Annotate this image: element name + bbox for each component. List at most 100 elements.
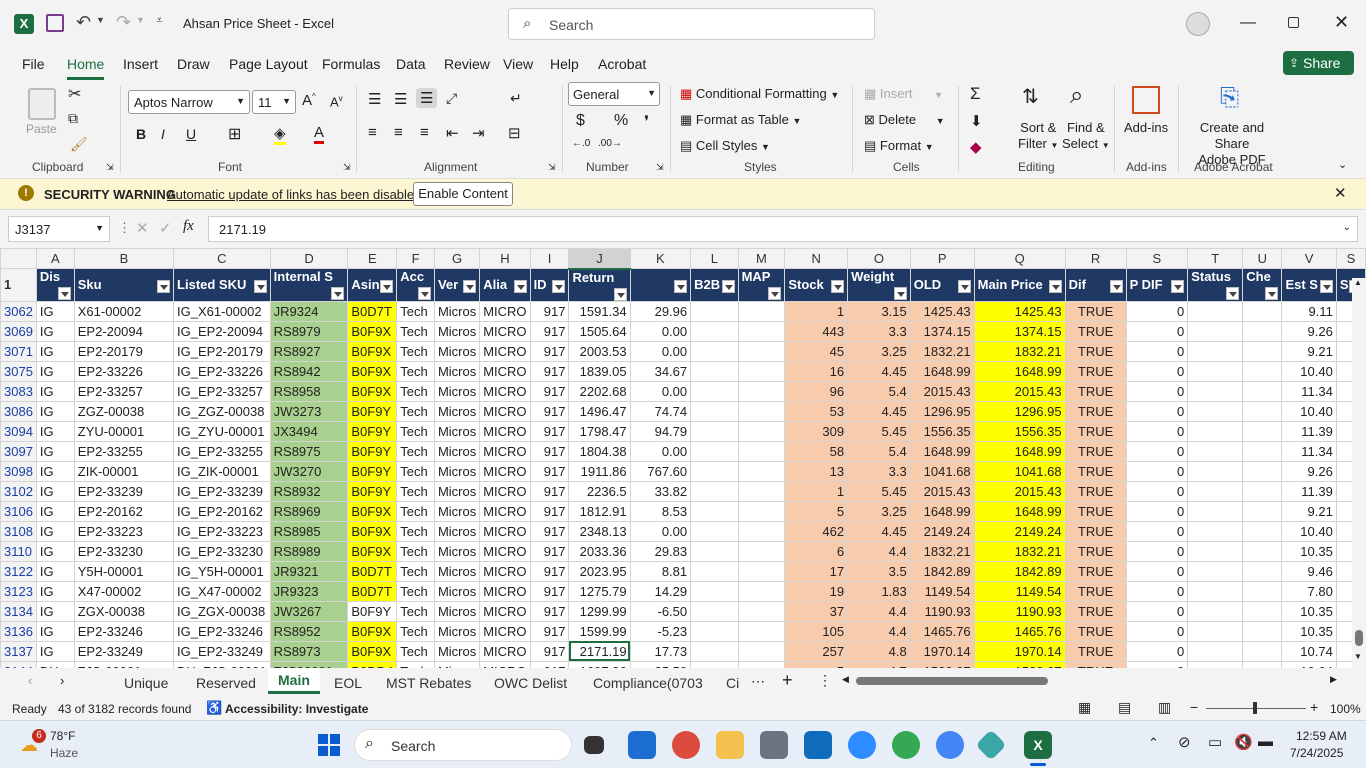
filter-dropdown-icon[interactable] bbox=[157, 279, 171, 293]
row-number[interactable]: 3098 bbox=[0, 460, 37, 482]
table-cell[interactable]: 1591.34 bbox=[568, 300, 631, 322]
table-header-cell[interactable]: Listed SKU bbox=[173, 268, 271, 302]
table-cell[interactable]: JX3494 bbox=[269, 420, 349, 442]
vertical-scroll-thumb[interactable] bbox=[1355, 630, 1363, 646]
row-number[interactable]: 3097 bbox=[0, 440, 37, 462]
chrome-profile-icon[interactable] bbox=[892, 731, 920, 759]
table-cell[interactable]: 917 bbox=[529, 380, 570, 402]
table-cell[interactable]: 1275.79 bbox=[568, 580, 631, 602]
table-cell[interactable]: B0F9X bbox=[347, 520, 398, 542]
row-number[interactable]: 3094 bbox=[0, 420, 37, 442]
table-cell[interactable]: 0 bbox=[1125, 360, 1189, 382]
cancel-entry-icon[interactable]: ✕ bbox=[136, 219, 149, 237]
number-format-select[interactable]: General ▼ bbox=[568, 82, 660, 106]
row-number[interactable]: 3102 bbox=[0, 480, 37, 502]
table-cell[interactable]: 0 bbox=[1125, 600, 1189, 622]
taskbar-search[interactable]: ⌕ Search bbox=[354, 729, 572, 761]
table-cell[interactable]: MICRO bbox=[479, 660, 531, 668]
table-cell[interactable]: 0 bbox=[1125, 500, 1189, 522]
table-header-cell[interactable]: Dis bbox=[35, 268, 75, 302]
table-header-cell[interactable] bbox=[629, 268, 692, 302]
table-cell[interactable]: RS8985 bbox=[269, 520, 349, 542]
table-cell[interactable]: B0F9Y bbox=[347, 440, 398, 462]
table-cell[interactable]: IG bbox=[35, 580, 75, 602]
table-cell[interactable]: 9.26 bbox=[1281, 320, 1337, 342]
table-cell[interactable]: 10.35 bbox=[1281, 600, 1337, 622]
table-cell[interactable] bbox=[737, 500, 786, 522]
insert-cells-button[interactable]: ▦ Insert ▼ bbox=[864, 86, 943, 102]
table-cell[interactable]: 1911.86 bbox=[568, 460, 631, 482]
table-cell[interactable] bbox=[1187, 380, 1244, 402]
delete-cells-button[interactable]: ⊠ Delete ▼ bbox=[864, 112, 945, 128]
table-cell[interactable]: Tech bbox=[396, 640, 435, 662]
autosum-icon[interactable]: Σ bbox=[970, 84, 981, 104]
table-cell[interactable] bbox=[1242, 400, 1283, 422]
table-cell[interactable]: 0 bbox=[1125, 440, 1189, 462]
comma-style-icon[interactable]: ❜ bbox=[644, 112, 649, 132]
accessibility-status[interactable]: Accessibility: Investigate bbox=[225, 702, 368, 716]
table-cell[interactable]: 0 bbox=[1125, 340, 1189, 362]
security-warning-link[interactable]: Automatic update of links has been disab… bbox=[167, 187, 421, 202]
table-cell[interactable] bbox=[1187, 500, 1244, 522]
table-cell[interactable]: RS8958 bbox=[269, 380, 349, 402]
table-cell[interactable]: ZGZ-00038 bbox=[73, 400, 175, 422]
table-cell[interactable] bbox=[690, 300, 739, 322]
table-cell[interactable]: 1299.99 bbox=[568, 600, 631, 622]
table-cell[interactable]: MICRO bbox=[479, 380, 531, 402]
undo-dropdown-icon[interactable]: ▼ bbox=[96, 15, 105, 25]
table-header-cell[interactable]: MAP bbox=[737, 268, 786, 302]
table-cell[interactable]: B0D7T bbox=[347, 300, 398, 322]
table-cell[interactable]: Tech bbox=[396, 360, 435, 382]
column-header[interactable]: J bbox=[568, 248, 631, 270]
tab-review[interactable]: Review bbox=[444, 56, 490, 72]
table-header-cell[interactable]: P DIF bbox=[1125, 268, 1189, 302]
table-cell[interactable] bbox=[1242, 440, 1283, 462]
table-cell[interactable]: JR9324 bbox=[269, 300, 349, 322]
column-header[interactable]: G bbox=[433, 248, 481, 269]
tab-view[interactable]: View bbox=[503, 56, 533, 72]
table-cell[interactable]: TRUE bbox=[1064, 320, 1127, 342]
table-cell[interactable]: 17.73 bbox=[629, 640, 692, 662]
table-header-cell[interactable]: Return bbox=[568, 268, 631, 302]
table-cell[interactable]: 2015.43 bbox=[973, 380, 1066, 402]
table-cell[interactable] bbox=[737, 420, 786, 442]
table-cell[interactable]: 7.80 bbox=[1281, 580, 1337, 602]
restore-icon[interactable] bbox=[1288, 17, 1299, 28]
sheet-tab-ci[interactable]: Ci bbox=[716, 672, 746, 694]
table-cell[interactable]: EP2-33223 bbox=[73, 520, 175, 542]
table-cell[interactable]: 1425.43 bbox=[909, 300, 975, 322]
table-cell[interactable]: 19 bbox=[784, 580, 849, 602]
filter-dropdown-icon[interactable] bbox=[674, 279, 688, 293]
table-cell[interactable]: 1496.47 bbox=[568, 400, 631, 422]
table-cell[interactable]: RS8969 bbox=[269, 500, 349, 522]
table-cell[interactable]: 4.45 bbox=[847, 520, 911, 542]
table-cell[interactable]: B0F9X bbox=[347, 500, 398, 522]
table-cell[interactable]: 917 bbox=[529, 660, 570, 668]
table-cell[interactable]: EP2-33239 bbox=[73, 480, 175, 502]
table-cell[interactable] bbox=[1242, 620, 1283, 642]
table-cell[interactable]: EP2-33226 bbox=[73, 360, 175, 382]
redo-icon[interactable]: ↷ bbox=[116, 12, 131, 33]
file-explorer-icon[interactable] bbox=[716, 731, 744, 759]
table-cell[interactable]: JR9323 bbox=[269, 580, 349, 602]
table-cell[interactable]: MICRO bbox=[479, 500, 531, 522]
table-cell[interactable]: Tech bbox=[396, 340, 435, 362]
increase-indent-icon[interactable]: ⇥ bbox=[472, 124, 485, 142]
table-cell[interactable] bbox=[737, 620, 786, 642]
paste-button[interactable]: Paste bbox=[26, 122, 57, 136]
table-cell[interactable]: MICRO bbox=[479, 580, 531, 602]
scroll-left-icon[interactable]: ◀ bbox=[842, 674, 849, 685]
table-cell[interactable]: 1190.93 bbox=[909, 600, 975, 622]
column-header[interactable]: B bbox=[73, 248, 175, 269]
filter-dropdown-icon[interactable] bbox=[253, 279, 267, 293]
table-cell[interactable]: B0F9X bbox=[347, 640, 398, 662]
zoom-app-icon[interactable] bbox=[848, 731, 876, 759]
table-cell[interactable]: 917 bbox=[529, 340, 570, 362]
table-header-cell[interactable]: Che bbox=[1242, 268, 1283, 302]
table-cell[interactable]: RS8989 bbox=[269, 540, 349, 562]
table-cell[interactable]: IG bbox=[35, 540, 75, 562]
table-cell[interactable]: IG_EP2-20094 bbox=[173, 320, 271, 342]
table-header-cell[interactable]: Dif bbox=[1064, 268, 1127, 302]
filter-dropdown-icon[interactable] bbox=[721, 279, 735, 293]
column-header[interactable]: P bbox=[909, 248, 975, 269]
